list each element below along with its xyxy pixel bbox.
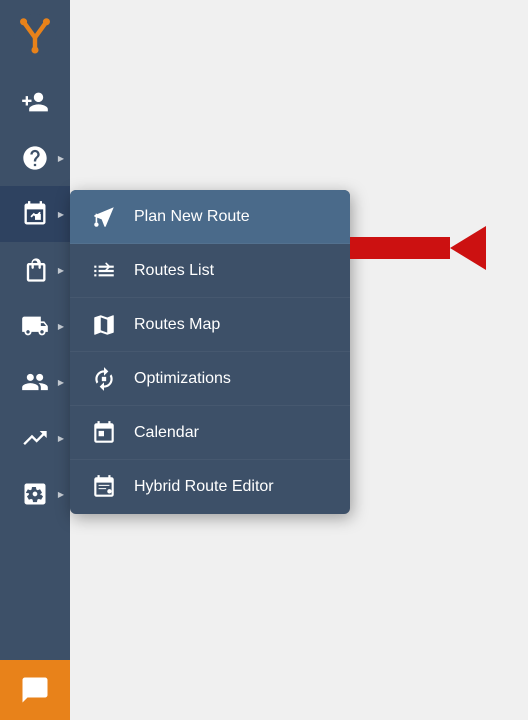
red-arrow-indicator: [350, 226, 486, 270]
routes-icon: [21, 200, 49, 228]
routes-map-label: Routes Map: [134, 316, 220, 334]
tracking-icon: [21, 312, 49, 340]
routes-list-icon: [88, 255, 120, 287]
settings-chevron: ▶: [58, 490, 64, 499]
hybrid-editor-icon: [88, 471, 120, 503]
team-chevron: ▶: [58, 378, 64, 387]
settings-icon: [21, 480, 49, 508]
sidebar-item-routes[interactable]: ▶: [0, 186, 70, 242]
submenu-item-plan-new-route[interactable]: Plan New Route: [70, 190, 350, 244]
sidebar-item-settings[interactable]: ▶: [0, 466, 70, 522]
calendar-icon: [88, 417, 120, 449]
optimizations-icon: [88, 363, 120, 395]
orders-chevron: ▶: [58, 266, 64, 275]
arrow-head: [450, 226, 486, 270]
routes-list-label: Routes List: [134, 262, 214, 280]
sidebar-logo[interactable]: [0, 0, 70, 70]
submenu-item-hybrid-route-editor[interactable]: Hybrid Route Editor: [70, 460, 350, 514]
tracking-chevron: ▶: [58, 322, 64, 331]
chat-icon: [20, 675, 50, 705]
submenu-item-optimizations[interactable]: Optimizations: [70, 352, 350, 406]
routes-chevron: ▶: [58, 210, 64, 219]
sidebar-item-tracking[interactable]: ▶: [0, 298, 70, 354]
sidebar-item-help[interactable]: ▶: [0, 130, 70, 186]
plan-route-icon: [88, 201, 120, 233]
app-logo-icon: [13, 13, 57, 57]
routes-map-icon: [88, 309, 120, 341]
sidebar-item-orders[interactable]: ▶: [0, 242, 70, 298]
hybrid-route-editor-label: Hybrid Route Editor: [134, 478, 274, 496]
chat-button[interactable]: [0, 660, 70, 720]
team-icon: [21, 368, 49, 396]
submenu-item-routes-list[interactable]: Routes List: [70, 244, 350, 298]
analytics-chevron: ▶: [58, 434, 64, 443]
sidebar-item-team[interactable]: ▶: [0, 354, 70, 410]
help-chevron: ▶: [58, 154, 64, 163]
plan-new-route-label: Plan New Route: [134, 208, 250, 226]
calendar-label: Calendar: [134, 424, 199, 442]
sidebar-item-add-user[interactable]: [0, 74, 70, 130]
arrow-body: [350, 237, 450, 259]
routes-submenu: Plan New Route Routes List Routes Map Op…: [70, 190, 350, 514]
sidebar: ▶ ▶ ▶ ▶ ▶ ▶: [0, 0, 70, 720]
analytics-icon: [21, 424, 49, 452]
orders-icon: [21, 256, 49, 284]
submenu-item-routes-map[interactable]: Routes Map: [70, 298, 350, 352]
submenu-item-calendar[interactable]: Calendar: [70, 406, 350, 460]
sidebar-item-analytics[interactable]: ▶: [0, 410, 70, 466]
add-user-icon: [21, 88, 49, 116]
help-icon: [21, 144, 49, 172]
optimizations-label: Optimizations: [134, 370, 231, 388]
